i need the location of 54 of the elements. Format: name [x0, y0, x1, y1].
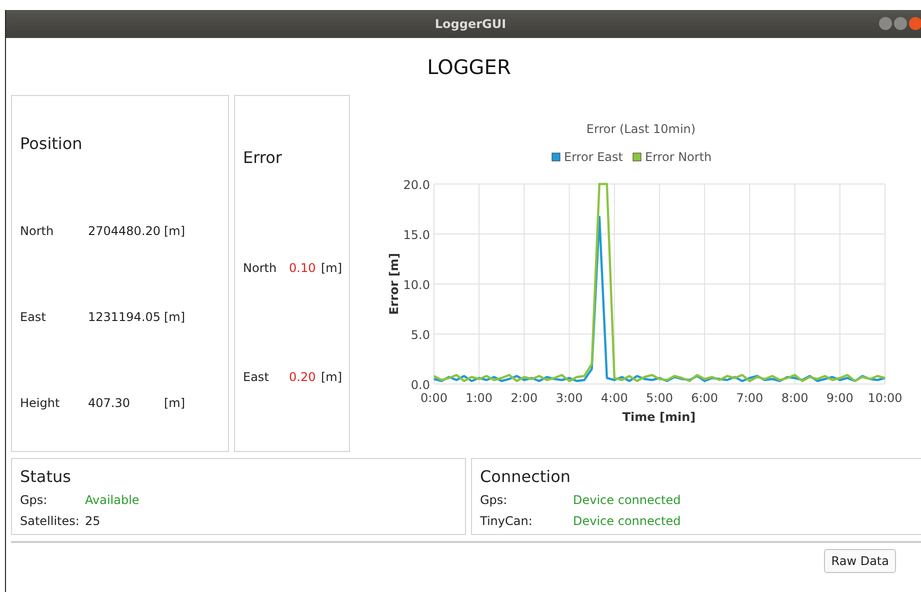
close-icon[interactable] [909, 17, 921, 30]
x-tick-label: 9:00 [826, 391, 854, 405]
unit-label: [m] [164, 224, 186, 238]
y-tick-label: 10.0 [403, 278, 430, 292]
y-tick-label: 20.0 [403, 178, 430, 192]
window-title: LoggerGUI [434, 17, 506, 31]
x-tick-label: 5:00 [646, 391, 673, 405]
field-value: Device connected [573, 514, 681, 528]
field-label: Gps: [20, 492, 48, 506]
x-tick-label: 1:00 [466, 391, 493, 405]
field-value: 1231194.05 [88, 310, 162, 324]
panel-title: Status [20, 467, 72, 488]
y-tick-label: 5.0 [410, 328, 430, 342]
x-tick-label: 10:00 [868, 391, 902, 405]
legend-label: Error East [564, 150, 623, 164]
field-value: 407.30 [88, 396, 131, 410]
x-axis-title: Time [min] [622, 410, 696, 424]
field-label: North [243, 261, 278, 275]
y-tick-label: 15.0 [403, 228, 430, 242]
field-value: 2704480.20 [88, 224, 162, 238]
panel-title: Position [20, 134, 84, 155]
field-value: 25 [85, 514, 100, 528]
x-tick-label: 7:00 [736, 391, 764, 405]
legend-label: Error North [645, 150, 712, 164]
field-label: North [20, 224, 55, 238]
unit-label: [m] [321, 370, 342, 384]
x-tick-label: 4:00 [600, 391, 628, 405]
minimize-icon[interactable] [879, 17, 892, 30]
field-label: Height [20, 396, 61, 410]
field-label: East [20, 310, 47, 324]
chart-title: Error (Last 10min) [586, 122, 696, 136]
app-heading: LOGGER [427, 54, 511, 78]
unit-label: [m] [164, 396, 186, 410]
x-tick-label: 6:00 [691, 391, 718, 405]
field-label: Gps: [480, 492, 508, 506]
field-value: Available [85, 492, 140, 506]
field-value: 0.20 [289, 370, 317, 384]
field-value: Device connected [573, 492, 681, 506]
field-label: TinyCan: [480, 514, 534, 528]
raw-data-button[interactable]: Raw Data [824, 549, 896, 573]
unit-label: [m] [164, 310, 186, 324]
y-tick-label: 0.0 [410, 378, 430, 392]
panel-title: Error [243, 148, 283, 169]
field-label: East [243, 370, 270, 384]
unit-label: [m] [321, 261, 342, 275]
field-label: Satellites: [20, 514, 80, 528]
y-axis-title: Error [m] [387, 253, 401, 315]
x-tick-label: 0:00 [420, 391, 448, 405]
maximize-icon[interactable] [894, 17, 907, 30]
panel-title: Connection [480, 467, 572, 488]
field-value: 0.10 [289, 261, 317, 275]
x-tick-label: 2:00 [510, 391, 538, 405]
x-tick-label: 3:00 [556, 391, 583, 405]
x-tick-label: 8:00 [781, 391, 808, 405]
